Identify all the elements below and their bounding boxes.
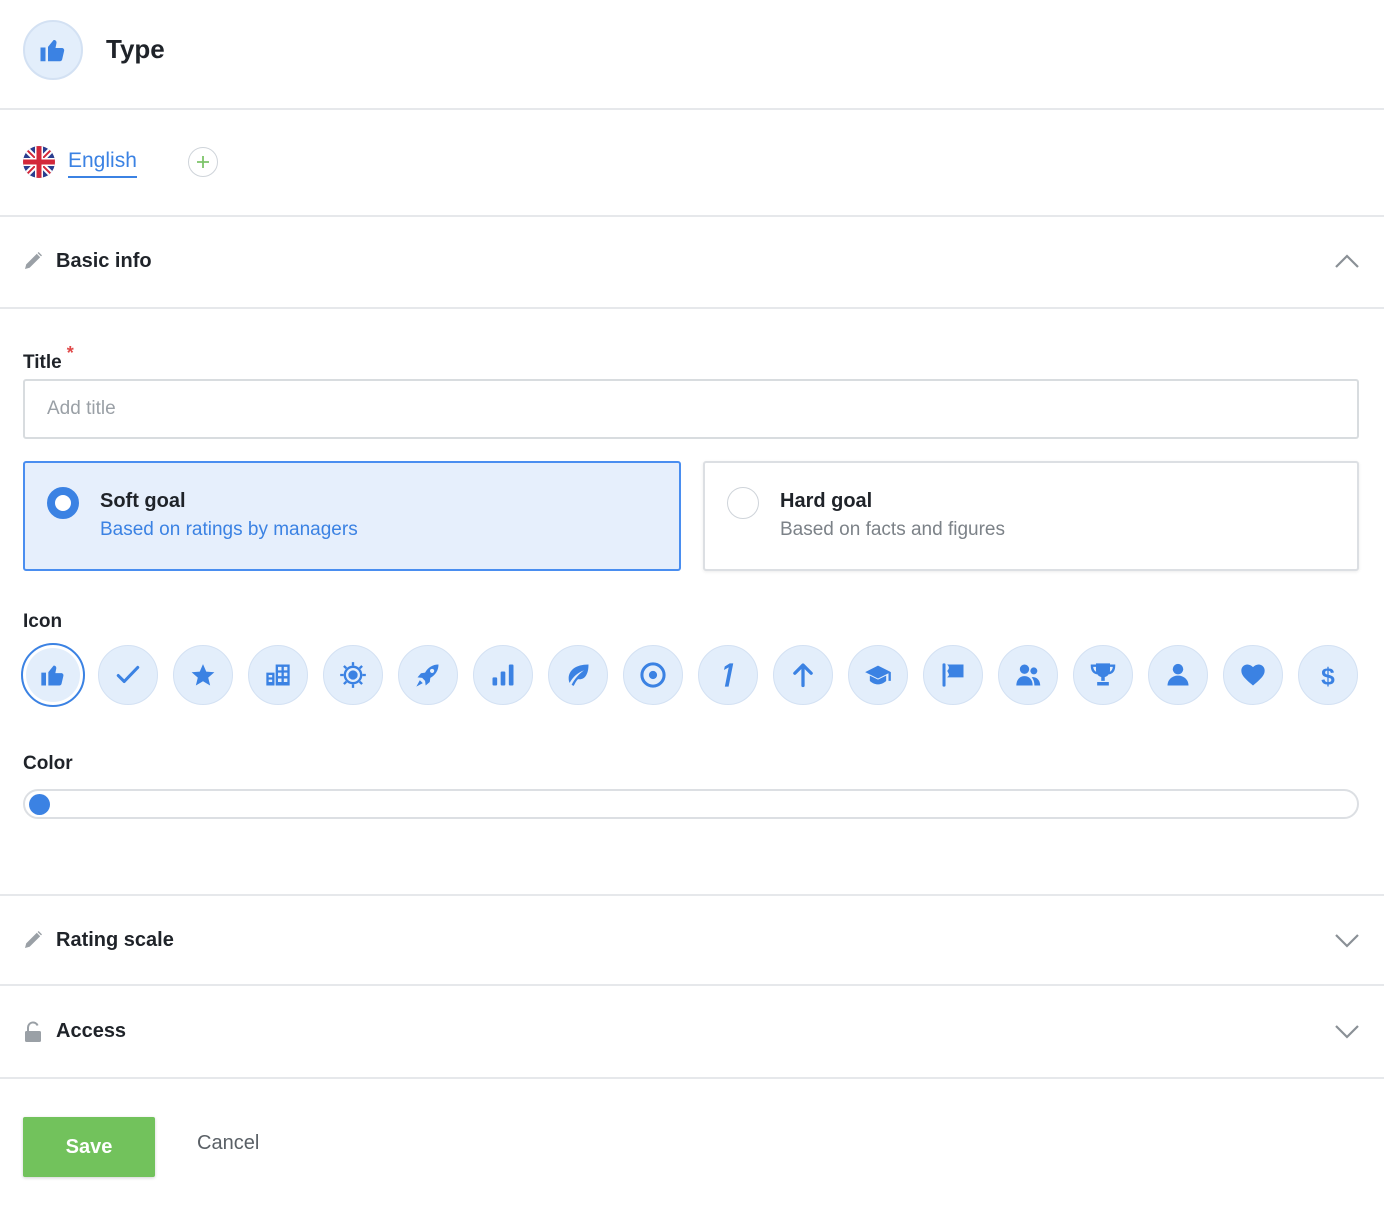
lock-icon <box>25 1021 41 1042</box>
user-icon <box>1167 663 1189 686</box>
uk-flag-icon <box>23 146 55 178</box>
icon-option-trophy[interactable] <box>1073 645 1133 705</box>
language-tab-english[interactable]: English <box>68 149 137 178</box>
color-slider-handle[interactable] <box>29 794 50 815</box>
access-section-header[interactable]: Access <box>0 987 1384 1079</box>
heart-icon <box>1241 664 1265 686</box>
icon-option-user[interactable] <box>1148 645 1208 705</box>
graduation-cap-icon <box>865 665 891 685</box>
badge-icon <box>340 662 366 688</box>
flag-icon <box>942 663 964 687</box>
hard-goal-radio[interactable] <box>727 487 759 519</box>
icon-option-rocket[interactable] <box>398 645 458 705</box>
soft-goal-option[interactable]: Soft goal Based on ratings by managers <box>23 461 681 571</box>
title-input[interactable] <box>23 379 1359 439</box>
icon-option-star[interactable] <box>173 645 233 705</box>
icon-option-dollar[interactable]: $ <box>1298 645 1358 705</box>
icon-option-graduation-cap[interactable] <box>848 645 908 705</box>
building-icon <box>266 664 290 686</box>
soft-goal-radio[interactable] <box>47 487 79 519</box>
icon-option-heart[interactable] <box>1223 645 1283 705</box>
dollar-icon: $ <box>1321 663 1335 689</box>
thumbs-up-icon <box>23 20 83 80</box>
color-slider[interactable] <box>23 789 1359 819</box>
soft-goal-description: Based on ratings by managers <box>100 519 358 540</box>
soft-goal-title: Soft goal <box>100 490 186 512</box>
save-button[interactable]: Save <box>23 1117 155 1177</box>
arrow-up-icon <box>793 663 813 688</box>
leaf-icon <box>568 664 589 686</box>
section-label: Access <box>56 1020 127 1042</box>
chevron-down-icon[interactable] <box>1334 1023 1360 1039</box>
rating-scale-section-header[interactable]: Rating scale <box>0 894 1384 986</box>
pencil-icon <box>25 252 42 269</box>
icon-option-bar-chart[interactable] <box>473 645 533 705</box>
svg-text:$: $ <box>1321 663 1335 689</box>
title-label: Title * <box>23 343 74 374</box>
chevron-down-icon[interactable] <box>1334 932 1360 948</box>
language-bar: English <box>0 110 1384 217</box>
check-icon <box>116 665 140 684</box>
thumbs-up-icon <box>41 665 64 686</box>
required-mark: * <box>66 343 74 363</box>
page-header: Type <box>0 0 1384 110</box>
section-label: Rating scale <box>56 929 174 951</box>
bar-chart-icon <box>492 664 514 686</box>
icon-option-building[interactable] <box>248 645 308 705</box>
page-title: Type <box>106 34 165 64</box>
add-language-button[interactable] <box>188 147 218 177</box>
cancel-button[interactable]: Cancel <box>197 1132 259 1155</box>
icon-option-arrow-up[interactable] <box>773 645 833 705</box>
icon-label: Icon <box>23 611 63 632</box>
icon-option-badge[interactable] <box>323 645 383 705</box>
pencil-icon <box>25 931 42 948</box>
hard-goal-description: Based on facts and figures <box>780 519 1005 540</box>
hard-goal-title: Hard goal <box>780 490 873 512</box>
trophy-icon <box>1090 663 1116 686</box>
icon-option-check[interactable] <box>98 645 158 705</box>
users-icon <box>1016 664 1041 686</box>
color-label: Color <box>23 753 73 774</box>
icon-option-number-one[interactable] <box>698 645 758 705</box>
title-label-text: Title <box>23 352 62 373</box>
chevron-up-icon[interactable] <box>1334 253 1360 269</box>
hard-goal-option[interactable]: Hard goal Based on facts and figures <box>703 461 1359 571</box>
icon-picker: $ <box>21 643 1361 709</box>
plus-icon <box>197 156 209 168</box>
target-icon <box>640 662 666 688</box>
icon-option-flag[interactable] <box>923 645 983 705</box>
star-icon <box>191 664 215 686</box>
icon-option-leaf[interactable] <box>548 645 608 705</box>
icon-option-target[interactable] <box>623 645 683 705</box>
rocket-icon <box>416 664 439 687</box>
icon-option-thumbs-up[interactable] <box>21 643 85 707</box>
section-label: Basic info <box>56 250 152 272</box>
icon-option-users[interactable] <box>998 645 1058 705</box>
basic-info-section-header[interactable]: Basic info <box>0 217 1384 309</box>
number-one-icon <box>724 663 734 687</box>
